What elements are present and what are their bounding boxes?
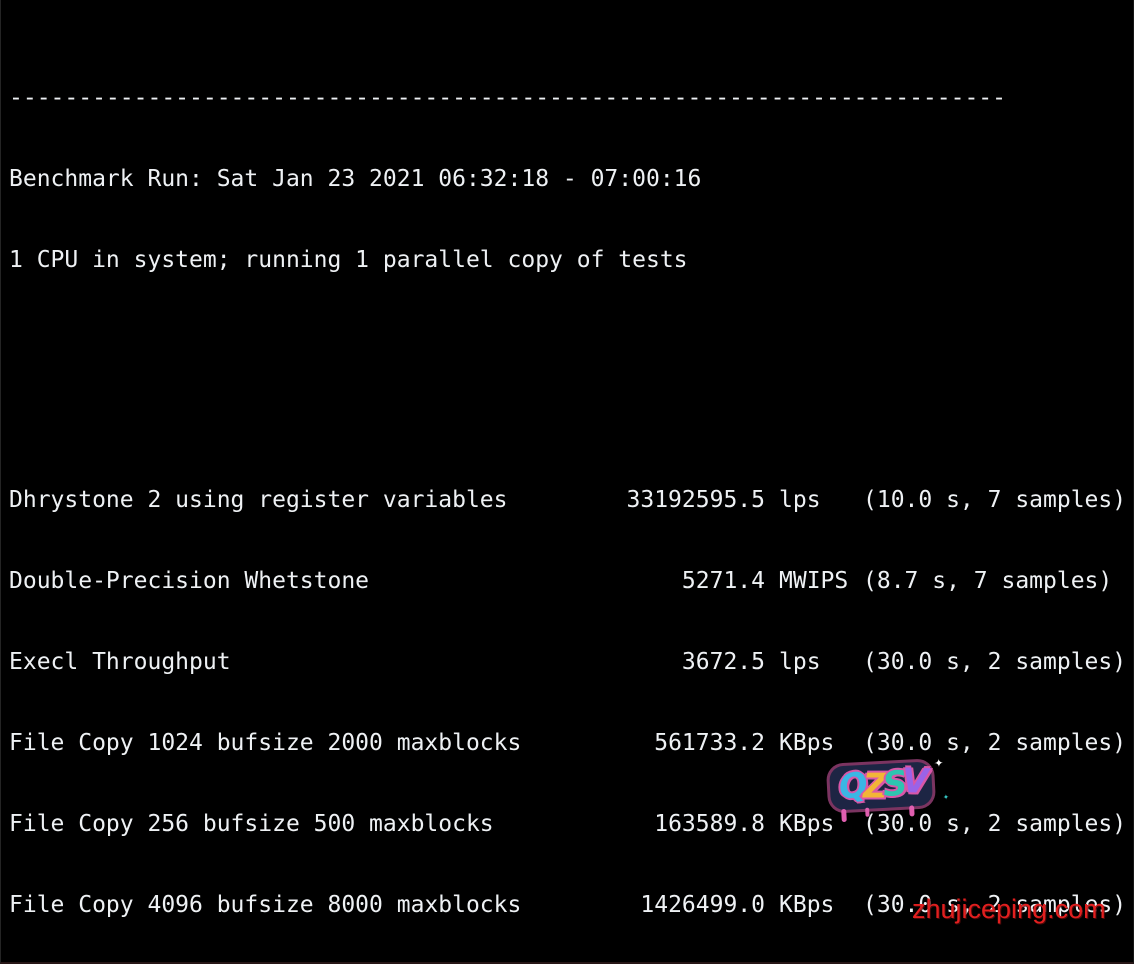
graffiti-letter-s: S xyxy=(880,763,904,806)
site-watermark: zhujiceping.com xyxy=(912,894,1106,924)
sparkle-icon: ✦ xyxy=(933,752,944,772)
test-name: Dhrystone 2 using register variables xyxy=(9,487,508,513)
benchmark-run-line: Benchmark Run: Sat Jan 23 2021 06:32:18 … xyxy=(9,166,702,192)
terminal-window: ----------------------------------------… xyxy=(0,0,1134,964)
test-value: 33192595.5 xyxy=(626,487,765,513)
raw-results-table: Dhrystone 2 using register variables 3319… xyxy=(9,434,1133,962)
qzsv-graffiti-watermark: QZSV ✦ ✦ xyxy=(826,709,949,862)
graffiti-letter-v: V xyxy=(901,760,925,802)
test-value: 5271.4 xyxy=(681,568,765,594)
result-row: Execl Throughput 3672.5 lps (30.0 s, 2 samp… xyxy=(9,648,1133,677)
test-name: File Copy 256 bufsize 500 maxblocks xyxy=(9,811,494,837)
test-name: File Copy 1024 bufsize 2000 maxblocks xyxy=(9,730,522,756)
test-unit: MWIPS xyxy=(779,568,849,594)
graffiti-letter-z: Z xyxy=(862,766,883,807)
graffiti-letter-q: Q xyxy=(836,764,866,809)
test-value: 163589.8 xyxy=(654,811,765,837)
result-row: File Copy 1024 bufsize 2000 maxblocks 561… xyxy=(9,729,1133,758)
test-note: (30.0 s, 2 samples) xyxy=(863,649,1127,675)
result-row: File Copy 256 bufsize 500 maxblocks 16358… xyxy=(9,810,1133,839)
graffiti-background-blob: QZSV ✦ ✦ xyxy=(828,753,949,823)
test-unit: lps xyxy=(779,649,821,675)
test-value: 1426499.0 xyxy=(640,892,765,918)
test-unit: KBps xyxy=(779,892,835,918)
sparkle-icon: ✦ xyxy=(942,791,950,803)
result-row: Dhrystone 2 using register variables 3319… xyxy=(9,486,1133,515)
test-note: (10.0 s, 7 samples) xyxy=(863,487,1127,513)
paint-drip xyxy=(909,805,915,817)
test-name: Execl Throughput xyxy=(9,649,231,675)
paint-drip xyxy=(865,807,870,817)
cpu-info-line: 1 CPU in system; running 1 parallel copy… xyxy=(9,247,688,273)
paint-drip xyxy=(841,808,847,823)
test-unit: lps xyxy=(779,487,821,513)
test-name: Double-Precision Whetstone xyxy=(9,568,370,594)
test-value: 3672.5 xyxy=(681,649,765,675)
test-name: File Copy 4096 bufsize 8000 maxblocks xyxy=(9,892,522,918)
result-row: Double-Precision Whetstone 5271.4 MWIPS (8.… xyxy=(9,567,1133,596)
test-value: 561733.2 xyxy=(654,730,765,756)
test-note: (8.7 s, 7 samples) xyxy=(863,568,1113,594)
separator-line: ----------------------------------------… xyxy=(9,85,1006,111)
